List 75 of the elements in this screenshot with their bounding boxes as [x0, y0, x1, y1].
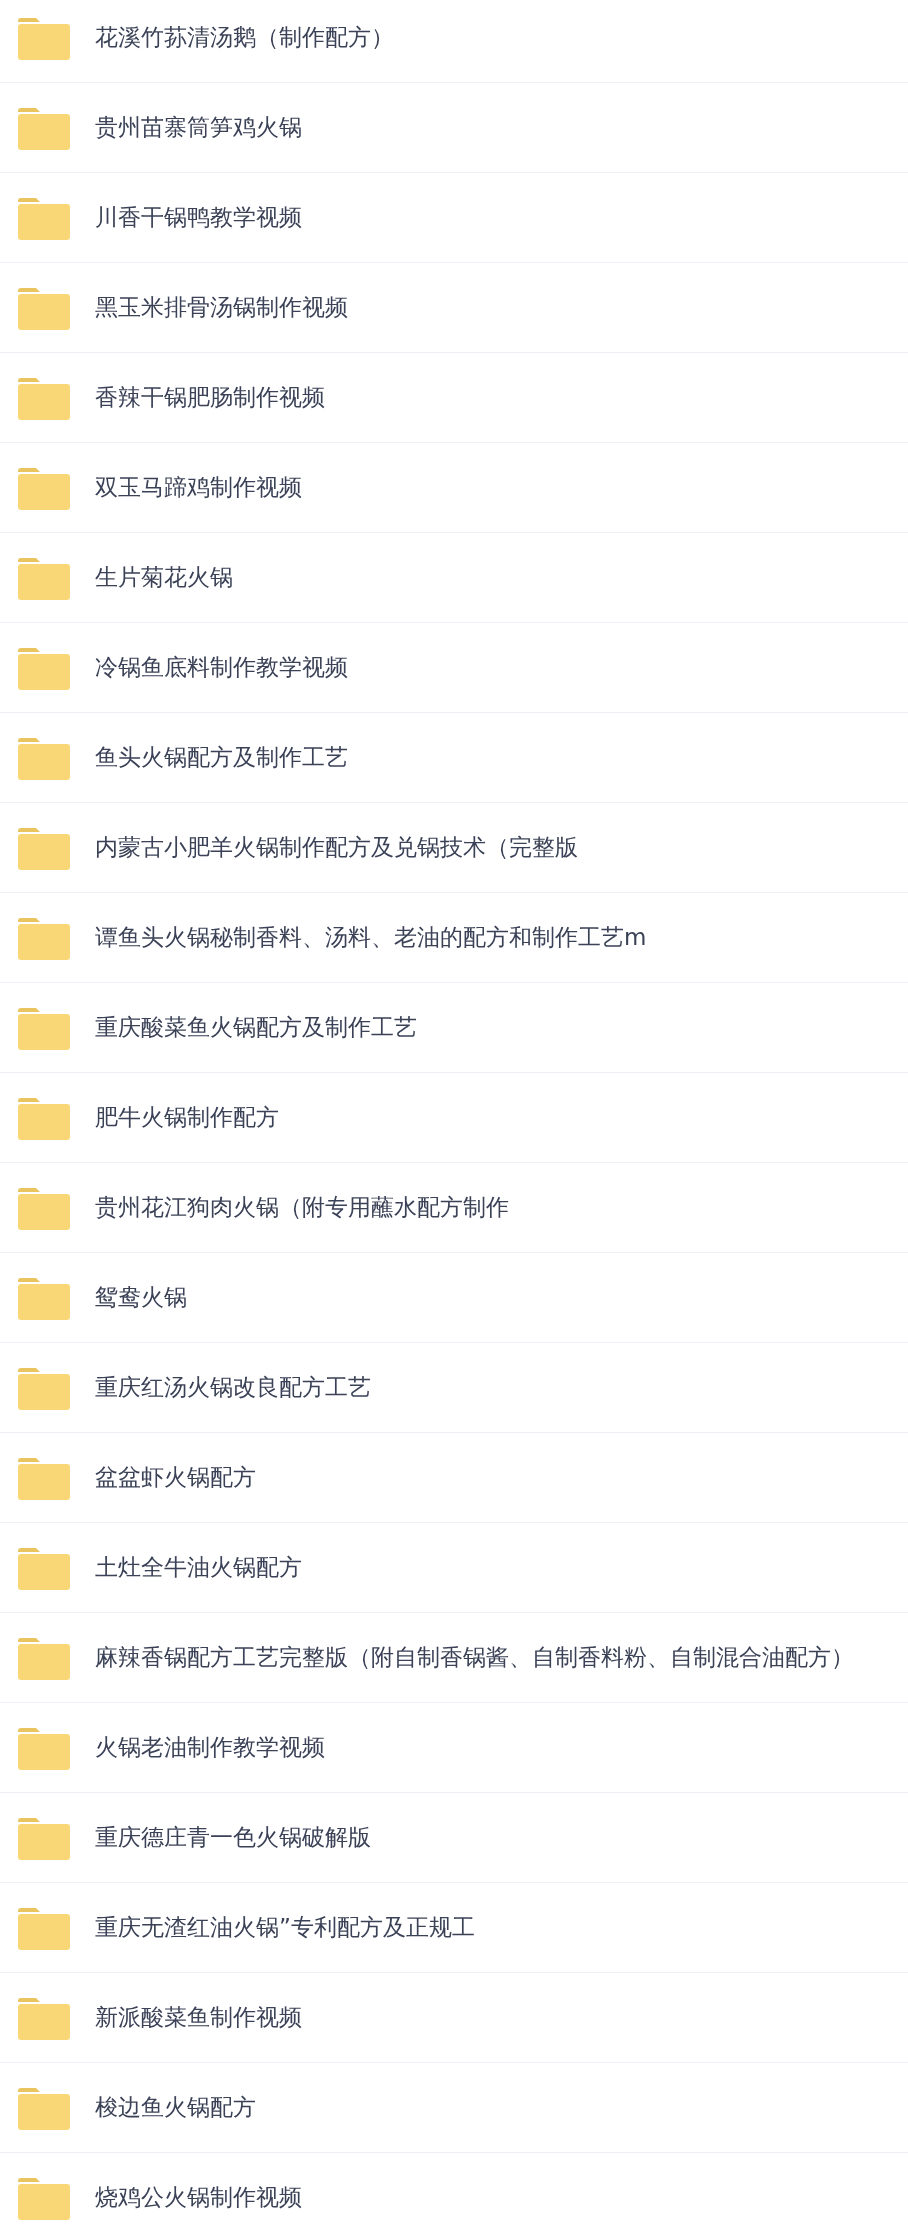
folder-name: 土灶全牛油火锅配方 — [95, 1553, 302, 1582]
folder-icon — [18, 917, 70, 960]
folder-name: 内蒙古小肥羊火锅制作配方及兑锅技术（完整版 — [95, 833, 578, 862]
folder-row[interactable]: 黑玉米排骨汤锅制作视频 — [0, 263, 908, 353]
folder-name: 鸳鸯火锅 — [95, 1283, 187, 1312]
folder-row[interactable]: 重庆红汤火锅改良配方工艺 — [0, 1343, 908, 1433]
folder-row[interactable]: 肥牛火锅制作配方 — [0, 1073, 908, 1163]
folder-row[interactable]: 鸳鸯火锅 — [0, 1253, 908, 1343]
folder-name: 盆盆虾火锅配方 — [95, 1463, 256, 1492]
folder-icon — [18, 1817, 70, 1860]
folder-icon — [18, 1907, 70, 1950]
folder-icon — [18, 557, 70, 600]
folder-name: 肥牛火锅制作配方 — [95, 1103, 279, 1132]
folder-row[interactable]: 川香干锅鸭教学视频 — [0, 173, 908, 263]
folder-name: 香辣干锅肥肠制作视频 — [95, 383, 325, 412]
folder-row[interactable]: 重庆酸菜鱼火锅配方及制作工艺 — [0, 983, 908, 1073]
folder-icon — [18, 1727, 70, 1770]
folder-row[interactable]: 谭鱼头火锅秘制香料、汤料、老油的配方和制作工艺m — [0, 893, 908, 983]
folder-row[interactable]: 火锅老油制作教学视频 — [0, 1703, 908, 1793]
folder-icon — [18, 1007, 70, 1050]
folder-row[interactable]: 内蒙古小肥羊火锅制作配方及兑锅技术（完整版 — [0, 803, 908, 893]
folder-row[interactable]: 香辣干锅肥肠制作视频 — [0, 353, 908, 443]
folder-icon — [18, 1457, 70, 1500]
folder-name: 新派酸菜鱼制作视频 — [95, 2003, 302, 2032]
folder-row[interactable]: 贵州花江狗肉火锅（附专用蘸水配方制作 — [0, 1163, 908, 1253]
folder-row[interactable]: 梭边鱼火锅配方 — [0, 2063, 908, 2153]
folder-row[interactable]: 烧鸡公火锅制作视频 — [0, 2153, 908, 2238]
folder-icon — [18, 17, 70, 60]
folder-icon — [18, 2087, 70, 2130]
folder-icon — [18, 1547, 70, 1590]
folder-name: 火锅老油制作教学视频 — [95, 1733, 325, 1762]
folder-icon — [18, 467, 70, 510]
folder-icon — [18, 1997, 70, 2040]
folder-name: 双玉马蹄鸡制作视频 — [95, 473, 302, 502]
folder-icon — [18, 1277, 70, 1320]
folder-row[interactable]: 鱼头火锅配方及制作工艺 — [0, 713, 908, 803]
folder-name: 川香干锅鸭教学视频 — [95, 203, 302, 232]
folder-name: 梭边鱼火锅配方 — [95, 2093, 256, 2122]
folder-row[interactable]: 重庆无渣红油火锅”专利配方及正规工 — [0, 1883, 908, 1973]
folder-icon — [18, 287, 70, 330]
folder-icon — [18, 1097, 70, 1140]
folder-name: 重庆酸菜鱼火锅配方及制作工艺 — [95, 1013, 417, 1042]
folder-name: 黑玉米排骨汤锅制作视频 — [95, 293, 348, 322]
folder-row[interactable]: 盆盆虾火锅配方 — [0, 1433, 908, 1523]
folder-name: 贵州花江狗肉火锅（附专用蘸水配方制作 — [95, 1193, 509, 1222]
folder-icon — [18, 197, 70, 240]
folder-icon — [18, 647, 70, 690]
folder-name: 贵州苗寨筒笋鸡火锅 — [95, 113, 302, 142]
folder-name: 烧鸡公火锅制作视频 — [95, 2183, 302, 2212]
folder-row[interactable]: 贵州苗寨筒笋鸡火锅 — [0, 83, 908, 173]
folder-name: 麻辣香锅配方工艺完整版（附自制香锅酱、自制香料粉、自制混合油配方） — [95, 1643, 854, 1672]
folder-row[interactable]: 新派酸菜鱼制作视频 — [0, 1973, 908, 2063]
folder-name: 重庆德庄青一色火锅破解版 — [95, 1823, 371, 1852]
folder-row[interactable]: 花溪竹荪清汤鹅（制作配方） — [0, 0, 908, 83]
folder-icon — [18, 107, 70, 150]
folder-name: 重庆无渣红油火锅”专利配方及正规工 — [95, 1913, 475, 1942]
folder-row[interactable]: 重庆德庄青一色火锅破解版 — [0, 1793, 908, 1883]
folder-icon — [18, 377, 70, 420]
folder-row[interactable]: 冷锅鱼底料制作教学视频 — [0, 623, 908, 713]
folder-row[interactable]: 生片菊花火锅 — [0, 533, 908, 623]
folder-row[interactable]: 土灶全牛油火锅配方 — [0, 1523, 908, 1613]
folder-name: 生片菊花火锅 — [95, 563, 233, 592]
folder-name: 冷锅鱼底料制作教学视频 — [95, 653, 348, 682]
folder-icon — [18, 737, 70, 780]
folder-icon — [18, 1187, 70, 1230]
folder-icon — [18, 1637, 70, 1680]
folder-name: 花溪竹荪清汤鹅（制作配方） — [95, 23, 394, 52]
folder-name: 鱼头火锅配方及制作工艺 — [95, 743, 348, 772]
folder-icon — [18, 827, 70, 870]
folder-name: 谭鱼头火锅秘制香料、汤料、老油的配方和制作工艺m — [95, 923, 647, 952]
folder-icon — [18, 2177, 70, 2220]
folder-name: 重庆红汤火锅改良配方工艺 — [95, 1373, 371, 1402]
folder-row[interactable]: 双玉马蹄鸡制作视频 — [0, 443, 908, 533]
folder-row[interactable]: 麻辣香锅配方工艺完整版（附自制香锅酱、自制香料粉、自制混合油配方） — [0, 1613, 908, 1703]
folder-icon — [18, 1367, 70, 1410]
